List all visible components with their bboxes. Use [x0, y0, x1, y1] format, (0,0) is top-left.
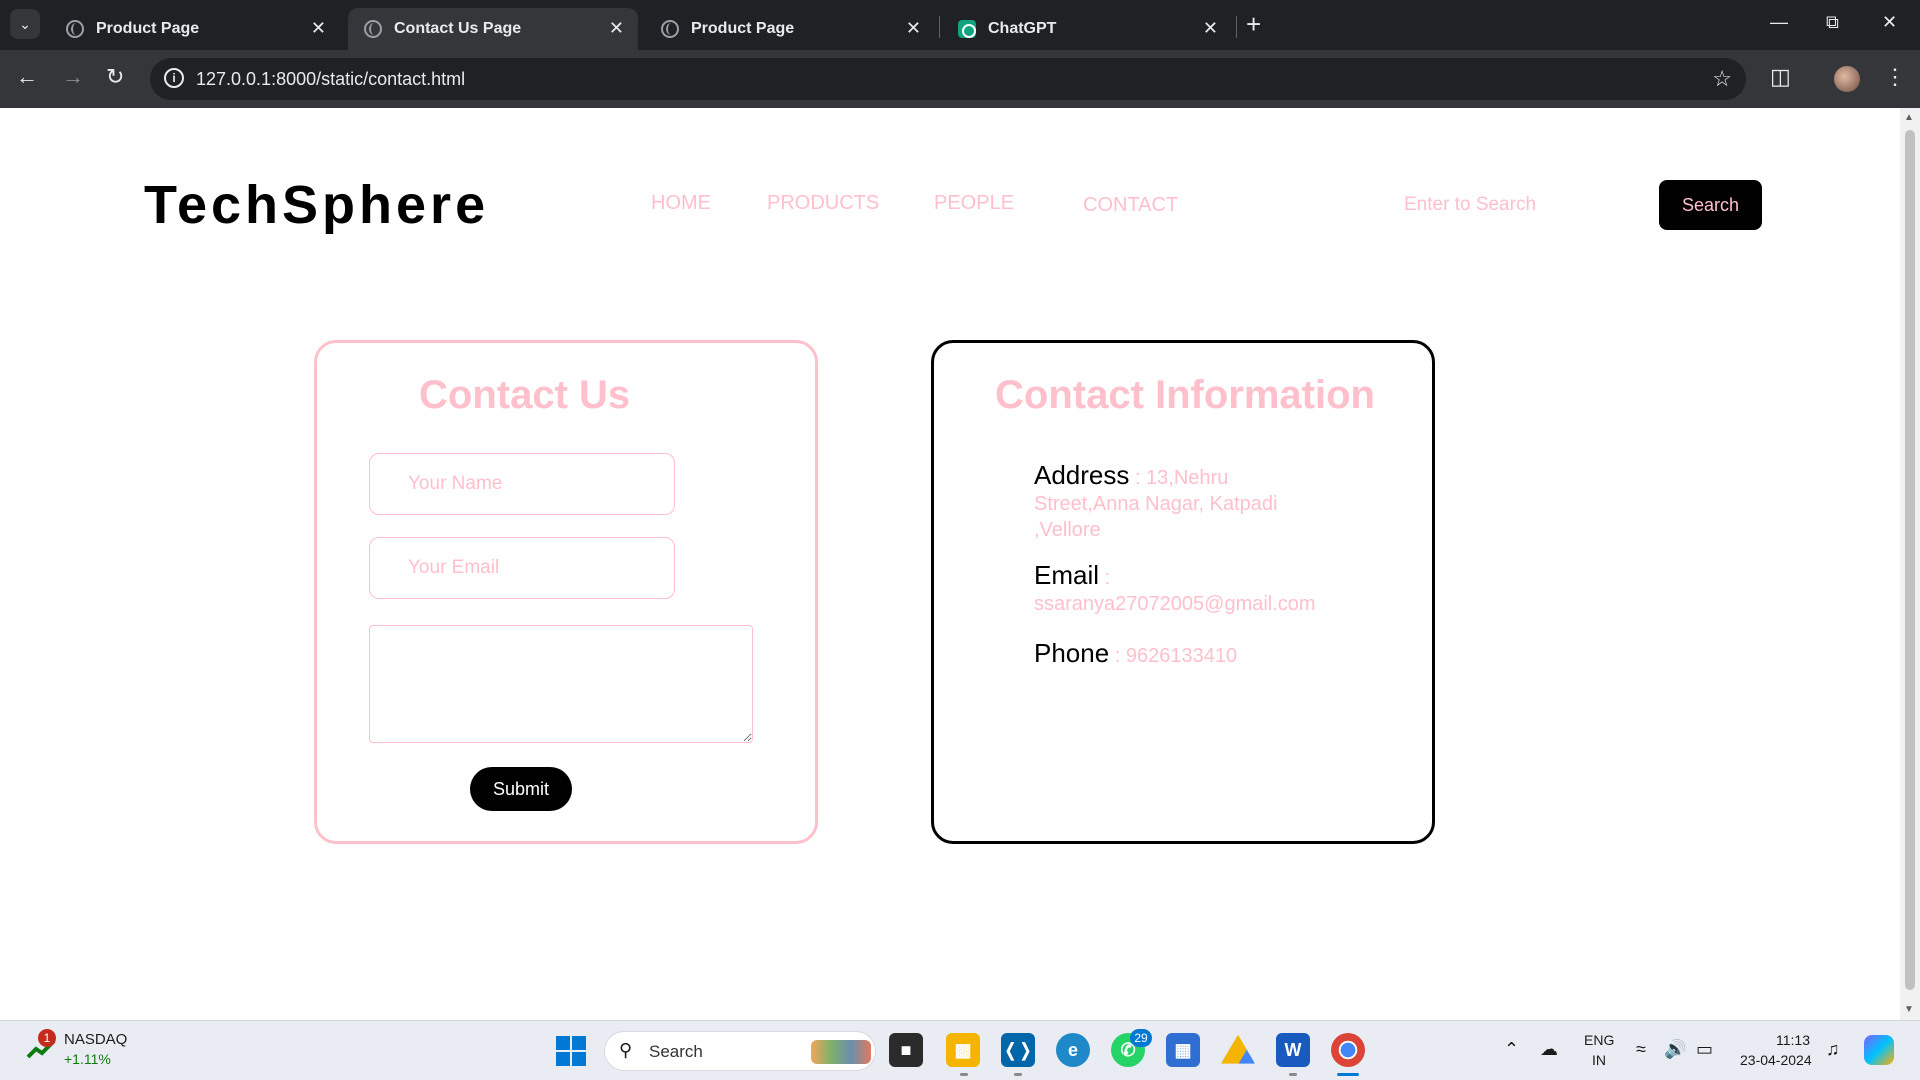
google-drive-icon[interactable] [1221, 1034, 1255, 1064]
nav-products[interactable]: PRODUCTS [767, 192, 879, 215]
show-hidden-icons-icon[interactable]: ⌃ [1504, 1039, 1519, 1060]
phone-value: : 9626133410 [1109, 645, 1238, 667]
running-indicator [1289, 1073, 1297, 1076]
restore-icon[interactable]: ⧉ [1826, 12, 1839, 33]
stock-change: +1.11% [64, 1051, 111, 1067]
forward-arrow-icon[interactable]: → [62, 64, 84, 90]
tab-product-page-1[interactable]: Product Page ✕ [50, 8, 340, 50]
stock-notification-badge: 1 [38, 1029, 56, 1047]
tab-contact-us-page[interactable]: Contact Us Page ✕ [348, 8, 638, 50]
site-search-button[interactable]: Search [1659, 180, 1762, 230]
whatsapp-badge: 29 [1130, 1029, 1152, 1047]
address-bar[interactable]: i 127.0.0.1:8000/static/contact.html ☆ [150, 58, 1746, 100]
nav-people[interactable]: PEOPLE [934, 192, 1014, 215]
back-arrow-icon[interactable]: ← [16, 64, 38, 90]
windows-taskbar: 1 NASDAQ +1.11% ⚲ Search ■ ▩ ❬❭ e ✆ 29 ▦… [0, 1020, 1920, 1080]
globe-icon [661, 20, 679, 38]
volume-icon[interactable]: 🔊 [1664, 1039, 1686, 1060]
notification-bell-icon[interactable]: ♫ [1826, 1039, 1840, 1060]
globe-icon [364, 20, 382, 38]
tab-chatgpt[interactable]: ChatGPT ✕ [942, 8, 1232, 50]
new-tab-icon[interactable]: + [1246, 11, 1261, 37]
browser-menu-icon[interactable]: ⋮ [1884, 64, 1906, 90]
contact-form-card: Contact Us Submit [314, 340, 818, 844]
chrome-icon[interactable] [1331, 1033, 1365, 1067]
taskbar-search-box[interactable]: ⚲ Search [604, 1031, 876, 1071]
site-search-input[interactable] [1404, 188, 1644, 222]
search-highlight-icon [811, 1040, 871, 1064]
browser-toolbar: ← → ↻ i 127.0.0.1:8000/static/contact.ht… [0, 50, 1920, 108]
site-info-icon[interactable]: i [164, 68, 184, 88]
tab-separator [939, 16, 940, 38]
region-code[interactable]: IN [1592, 1052, 1606, 1068]
battery-icon[interactable]: ▭ [1696, 1039, 1713, 1060]
running-indicator [1014, 1073, 1022, 1076]
copilot-icon[interactable] [1864, 1035, 1894, 1065]
url-text[interactable]: 127.0.0.1:8000/static/contact.html [196, 69, 465, 90]
task-view-icon[interactable]: ■ [889, 1033, 923, 1067]
window-close-icon[interactable]: ✕ [1882, 12, 1897, 33]
page-scrollbar[interactable]: ▲ ▼ [1900, 108, 1920, 1020]
active-indicator [1337, 1073, 1359, 1076]
word-icon[interactable]: W [1276, 1033, 1310, 1067]
microsoft-store-icon[interactable]: ▦ [1166, 1033, 1200, 1067]
scroll-up-arrow-icon[interactable]: ▲ [1904, 112, 1914, 123]
submit-button[interactable]: Submit [470, 767, 572, 811]
address-item: Address : 13,Nehru Street,Anna Nagar, Ka… [1034, 460, 1334, 544]
windows-start-icon[interactable] [556, 1036, 586, 1066]
globe-icon [66, 20, 84, 38]
contact-form-title: Contact Us [419, 373, 631, 417]
nav-home[interactable]: HOME [651, 192, 711, 215]
clock-time[interactable]: 11:13 [1776, 1032, 1810, 1048]
browser-tab-bar: ⌄ Product Page ✕ Contact Us Page ✕ Produ… [0, 0, 1920, 50]
wifi-icon[interactable]: ≈ [1636, 1039, 1646, 1060]
email-field[interactable] [369, 537, 675, 599]
scroll-down-arrow-icon[interactable]: ▼ [1904, 1004, 1914, 1015]
nav-contact[interactable]: CONTACT [1083, 194, 1178, 217]
tab-search-button[interactable]: ⌄ [10, 9, 40, 39]
message-textarea[interactable] [369, 625, 753, 743]
close-tab-icon[interactable]: ✕ [311, 18, 326, 39]
scrollbar-thumb[interactable] [1905, 130, 1915, 990]
phone-item: Phone : 9626133410 [1034, 638, 1374, 670]
site-logo: TechSphere [144, 175, 490, 235]
search-icon: ⚲ [619, 1040, 633, 1060]
tab-title: ChatGPT [988, 20, 1057, 37]
vscode-icon[interactable]: ❬❭ [1001, 1033, 1035, 1067]
bookmark-star-icon[interactable]: ☆ [1712, 66, 1732, 92]
email-item: Email : ssaranya27072005@gmail.com [1034, 560, 1334, 618]
taskbar-search-label: Search [649, 1042, 703, 1061]
contact-info-title: Contact Information [995, 373, 1375, 417]
tab-title: Product Page [691, 20, 795, 37]
contact-info-card: Contact Information Address : 13,Nehru S… [931, 340, 1435, 844]
name-field[interactable] [369, 453, 675, 515]
extensions-icon[interactable]: ◫ [1770, 64, 1791, 90]
phone-label: Phone [1034, 638, 1110, 668]
onedrive-icon[interactable]: ☁ [1540, 1039, 1558, 1060]
address-label: Address [1034, 460, 1130, 490]
tab-product-page-2[interactable]: Product Page ✕ [645, 8, 935, 50]
language-code[interactable]: ENG [1584, 1032, 1614, 1048]
close-tab-icon[interactable]: ✕ [609, 18, 624, 39]
close-tab-icon[interactable]: ✕ [906, 18, 921, 39]
tab-separator [1236, 16, 1237, 38]
chatgpt-icon [958, 20, 976, 38]
email-label: Email [1034, 560, 1100, 590]
edge-icon[interactable]: e [1056, 1033, 1090, 1067]
close-tab-icon[interactable]: ✕ [1203, 18, 1218, 39]
running-indicator [960, 1073, 968, 1076]
stock-name: NASDAQ [64, 1031, 128, 1048]
clock-date[interactable]: 23-04-2024 [1740, 1052, 1812, 1068]
profile-avatar[interactable] [1834, 66, 1860, 92]
file-explorer-icon[interactable]: ▩ [946, 1033, 980, 1067]
minimize-icon[interactable]: — [1770, 12, 1788, 33]
tab-title: Product Page [96, 20, 200, 37]
web-page: TechSphere HOME PRODUCTS PEOPLE CONTACT … [0, 108, 1900, 1020]
tab-title: Contact Us Page [394, 20, 522, 37]
reload-icon[interactable]: ↻ [106, 64, 124, 90]
